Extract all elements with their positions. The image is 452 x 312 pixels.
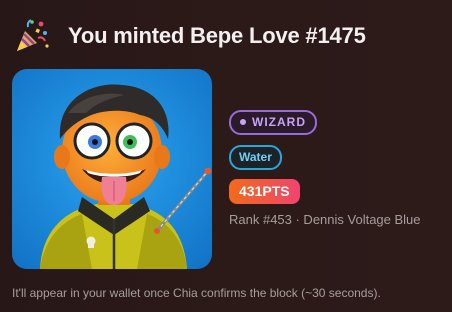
rank-text: Rank #453 · Dennis Voltage Blue: [229, 212, 421, 227]
page-title: You minted Bepe Love #1475: [68, 23, 366, 48]
points-badge: 431PTS: [229, 179, 300, 204]
nft-image: [12, 69, 212, 269]
nft-metadata: WIZARD Water 431PTS Rank #453 · Dennis V…: [229, 110, 421, 227]
confirmation-message: It'll appear in your wallet once Chia co…: [12, 286, 381, 300]
party-popper-icon: [17, 19, 49, 51]
nft-character-illustration: [12, 69, 212, 269]
class-label: WIZARD: [252, 115, 306, 129]
class-dot-icon: [240, 118, 246, 125]
element-badge: Water: [229, 145, 282, 170]
mint-header: You minted Bepe Love #1475: [14, 18, 366, 54]
class-badge: WIZARD: [229, 110, 317, 135]
